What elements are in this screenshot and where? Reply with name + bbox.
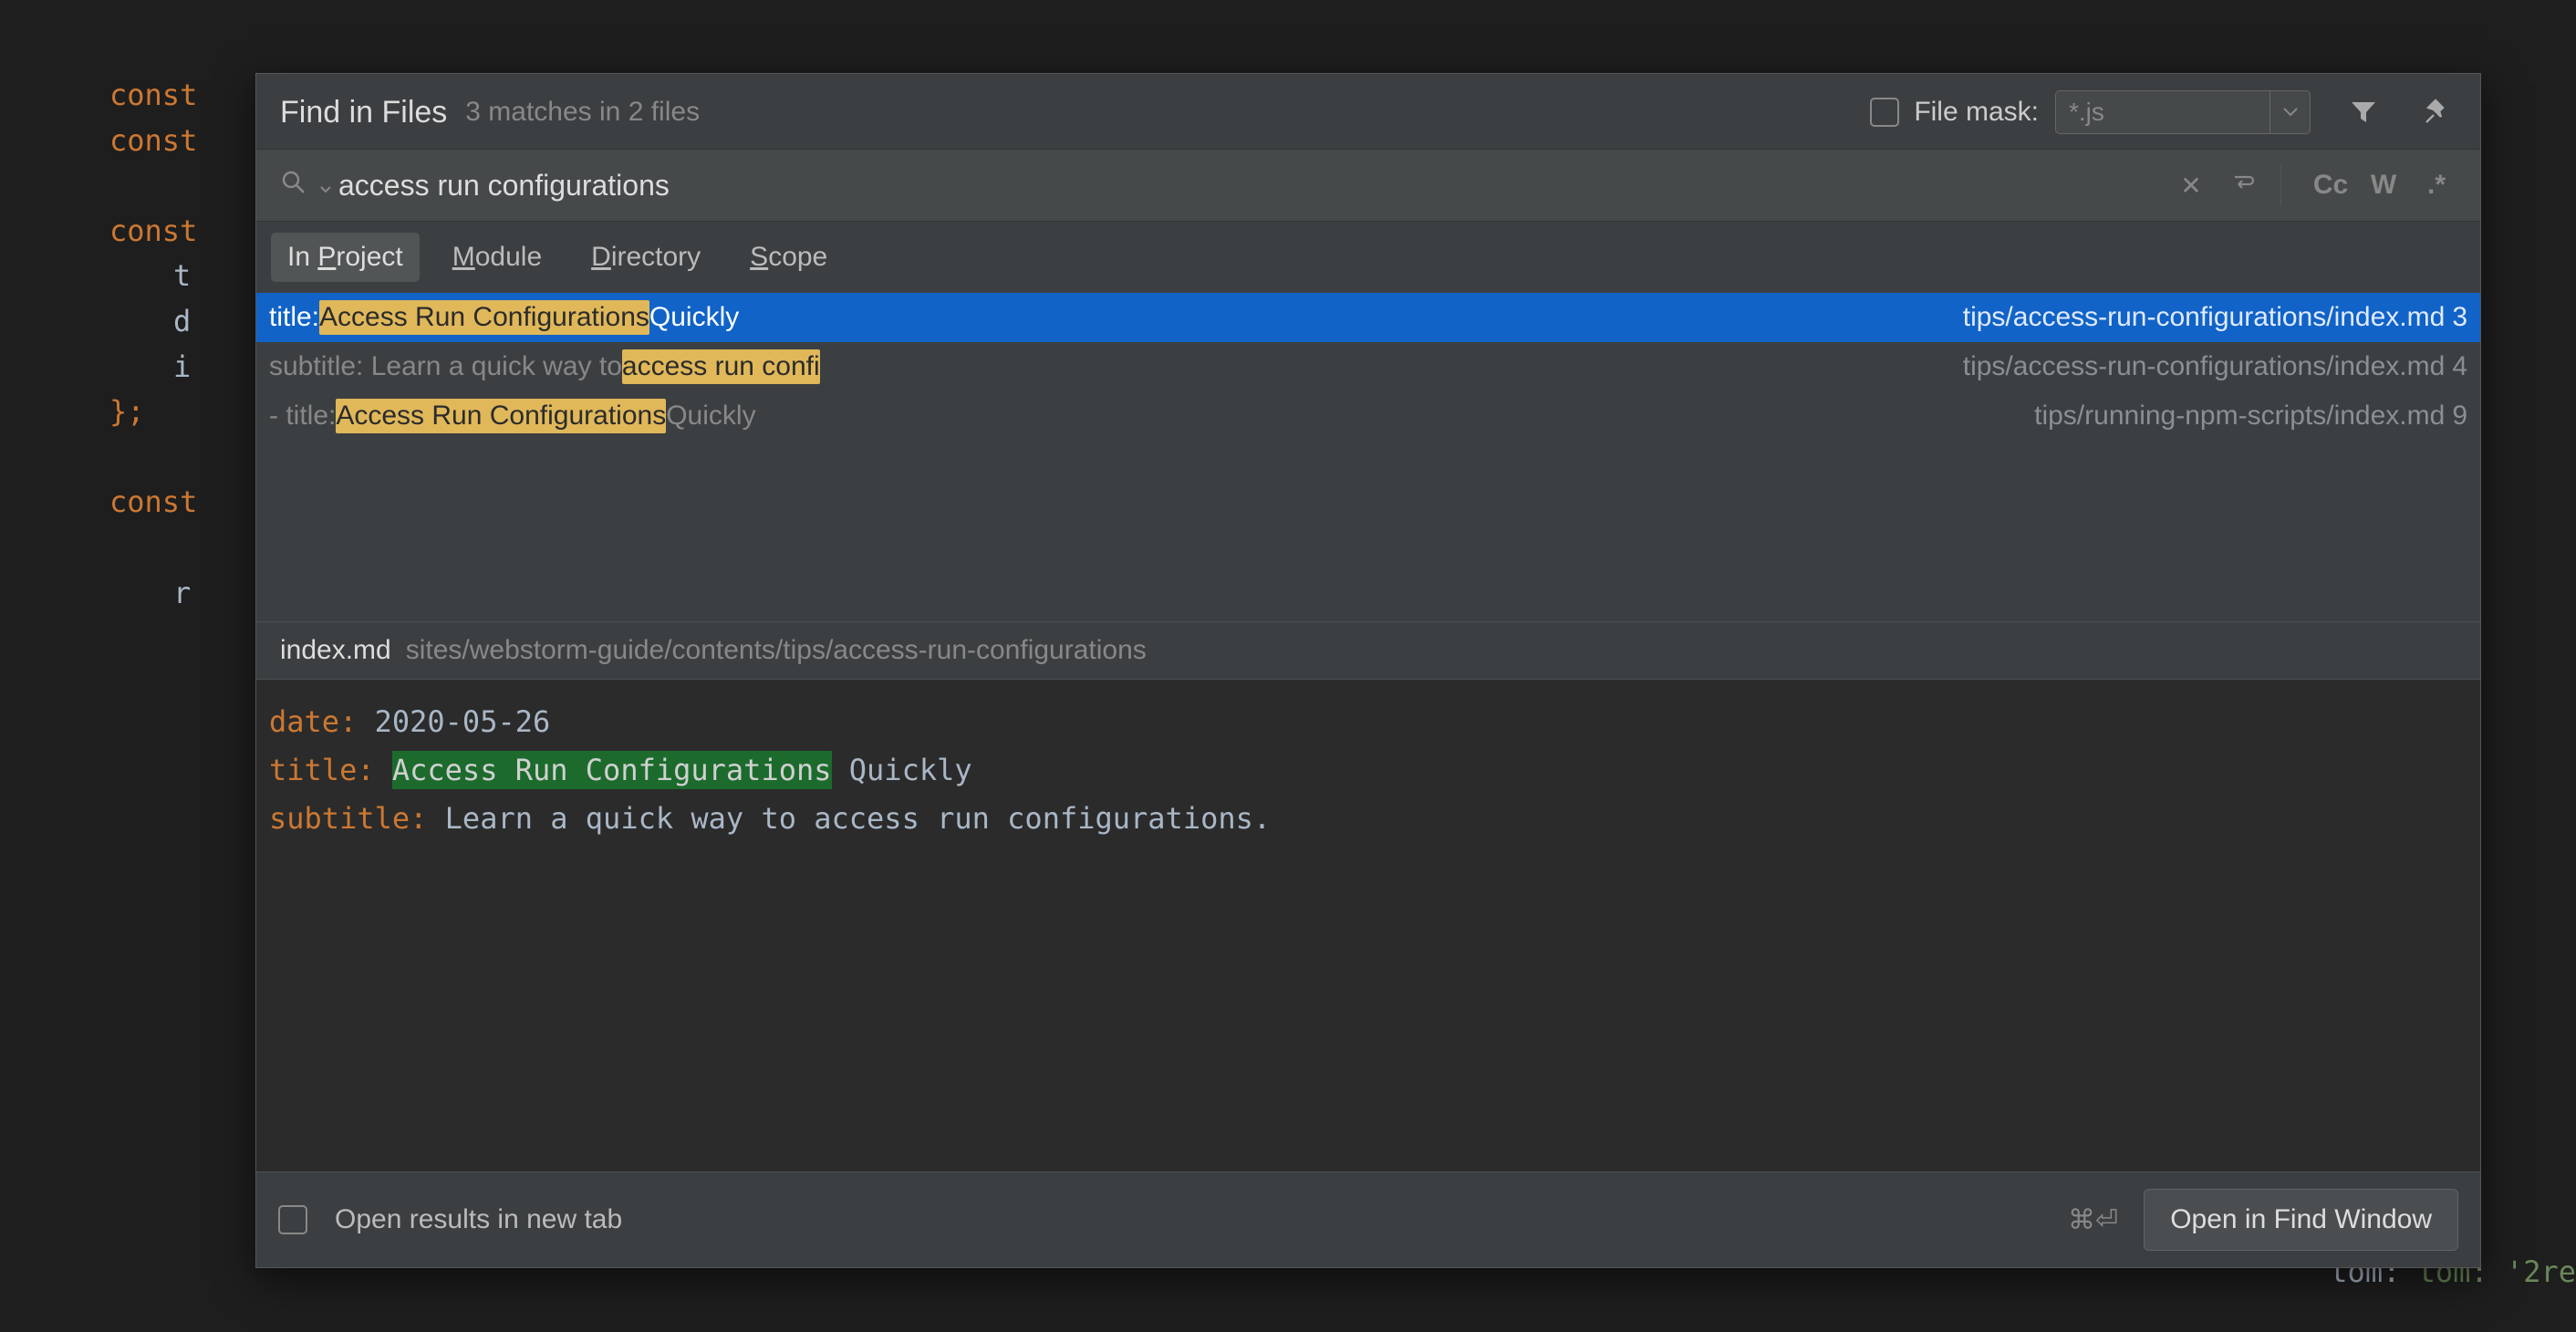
preview-val: Learn a quick way to access run configur… — [445, 801, 1271, 836]
open-new-tab-label: Open results in new tab — [335, 1204, 622, 1235]
preview-directory: sites/webstorm-guide/contents/tips/acces… — [406, 635, 1147, 666]
search-row: ✕ Cc W .* — [256, 149, 2480, 222]
result-suffix: Quickly — [649, 302, 739, 333]
file-mask-value: *.js — [2056, 98, 2270, 127]
preview-val: Quickly — [849, 753, 972, 787]
result-path: tips/access-run-configurations/index.md — [1963, 351, 2446, 382]
bg-close: }; — [109, 394, 145, 429]
history-chevron-icon[interactable] — [320, 171, 331, 200]
preview-key: subtitle: — [269, 801, 427, 836]
open-new-tab-checkbox[interactable] — [278, 1205, 307, 1234]
bg-char: i — [173, 349, 191, 384]
bg-keyword: const — [109, 213, 197, 248]
scope-module[interactable]: Module — [436, 233, 558, 282]
result-prefix: title: — [269, 302, 319, 333]
result-highlight: Access Run Configurations — [319, 300, 649, 335]
result-suffix: Quickly — [666, 401, 755, 432]
result-prefix: - title: — [269, 401, 336, 432]
file-mask-input[interactable]: *.js — [2055, 90, 2311, 134]
scope-tabs: In Project Module Directory Scope — [256, 222, 2480, 293]
scope-scope[interactable]: Scope — [733, 233, 844, 282]
result-highlight: access run confi — [622, 349, 820, 384]
result-row[interactable]: title: Access Run Configurations Quickly… — [256, 293, 2480, 342]
result-line: 4 — [2452, 351, 2467, 382]
preview-highlight: Access Run Configurations — [392, 751, 832, 789]
preview-path-bar: index.md sites/webstorm-guide/contents/t… — [256, 621, 2480, 680]
whole-words-toggle[interactable]: W — [2363, 170, 2404, 201]
scope-directory[interactable]: Directory — [575, 233, 717, 282]
result-row[interactable]: - title: Access Run Configurations Quick… — [256, 391, 2480, 441]
dialog-header: Find in Files 3 matches in 2 files File … — [256, 74, 2480, 149]
new-line-icon[interactable] — [2224, 171, 2264, 200]
bg-keyword: const — [109, 484, 197, 519]
result-row[interactable]: subtitle: Learn a quick way to access ru… — [256, 342, 2480, 391]
result-prefix: subtitle: Learn a quick way to — [269, 351, 622, 382]
find-in-files-dialog: Find in Files 3 matches in 2 files File … — [255, 73, 2481, 1268]
chevron-down-icon[interactable] — [2270, 91, 2310, 133]
preview-pane[interactable]: date: 2020-05-26 title: Access Run Confi… — [256, 680, 2480, 1171]
preview-key: title: — [269, 753, 375, 787]
clear-icon[interactable]: ✕ — [2171, 171, 2211, 201]
regex-toggle[interactable]: .* — [2416, 170, 2457, 201]
result-path: tips/running-npm-scripts/index.md — [2034, 401, 2445, 432]
bg-keyword: const — [109, 123, 197, 158]
filter-icon[interactable] — [2343, 92, 2384, 132]
case-sensitive-toggle[interactable]: Cc — [2311, 170, 2351, 201]
dialog-footer: Open results in new tab ⌘⏎ Open in Find … — [256, 1171, 2480, 1267]
match-count: 3 matches in 2 files — [465, 97, 700, 128]
bg-char: d — [173, 304, 191, 338]
pin-icon[interactable] — [2416, 92, 2457, 132]
result-highlight: Access Run Configurations — [336, 399, 666, 433]
result-path: tips/access-run-configurations/index.md — [1963, 302, 2446, 333]
dialog-title: Find in Files — [280, 95, 447, 130]
preview-val: 2020-05-26 — [375, 704, 551, 739]
result-line: 9 — [2452, 401, 2467, 432]
preview-filename: index.md — [280, 635, 391, 666]
results-list: title: Access Run Configurations Quickly… — [256, 293, 2480, 621]
search-input[interactable] — [338, 169, 2158, 203]
bg-keyword: const — [109, 78, 197, 112]
bg-char: t — [173, 258, 191, 293]
scope-in-project[interactable]: In Project — [271, 233, 420, 282]
open-find-window-button[interactable]: Open in Find Window — [2144, 1189, 2458, 1251]
file-mask-label: File mask: — [1914, 97, 2039, 128]
result-line: 3 — [2452, 302, 2467, 333]
shortcut-hint: ⌘⏎ — [2068, 1204, 2118, 1236]
file-mask-checkbox[interactable] — [1870, 98, 1899, 127]
preview-key: date: — [269, 704, 357, 739]
search-icon — [280, 169, 307, 203]
bg-char: r — [173, 576, 191, 610]
